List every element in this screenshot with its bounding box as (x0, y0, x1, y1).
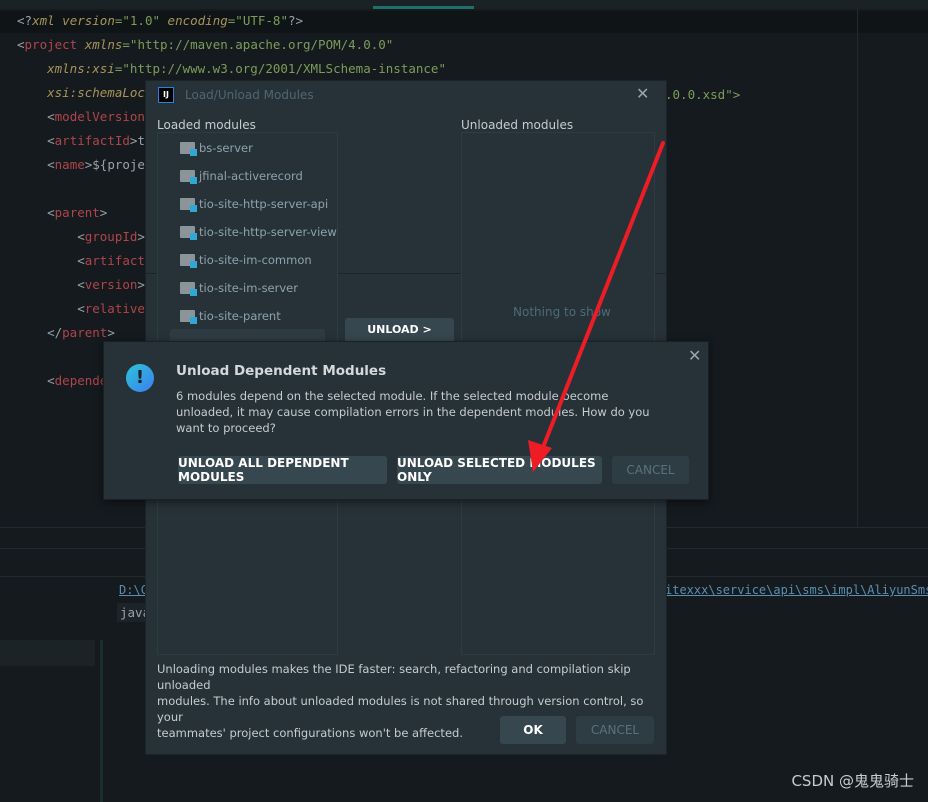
red-annotation-arrow-icon (528, 141, 665, 472)
watermark: CSDN @鬼鬼骑士 (791, 772, 914, 790)
